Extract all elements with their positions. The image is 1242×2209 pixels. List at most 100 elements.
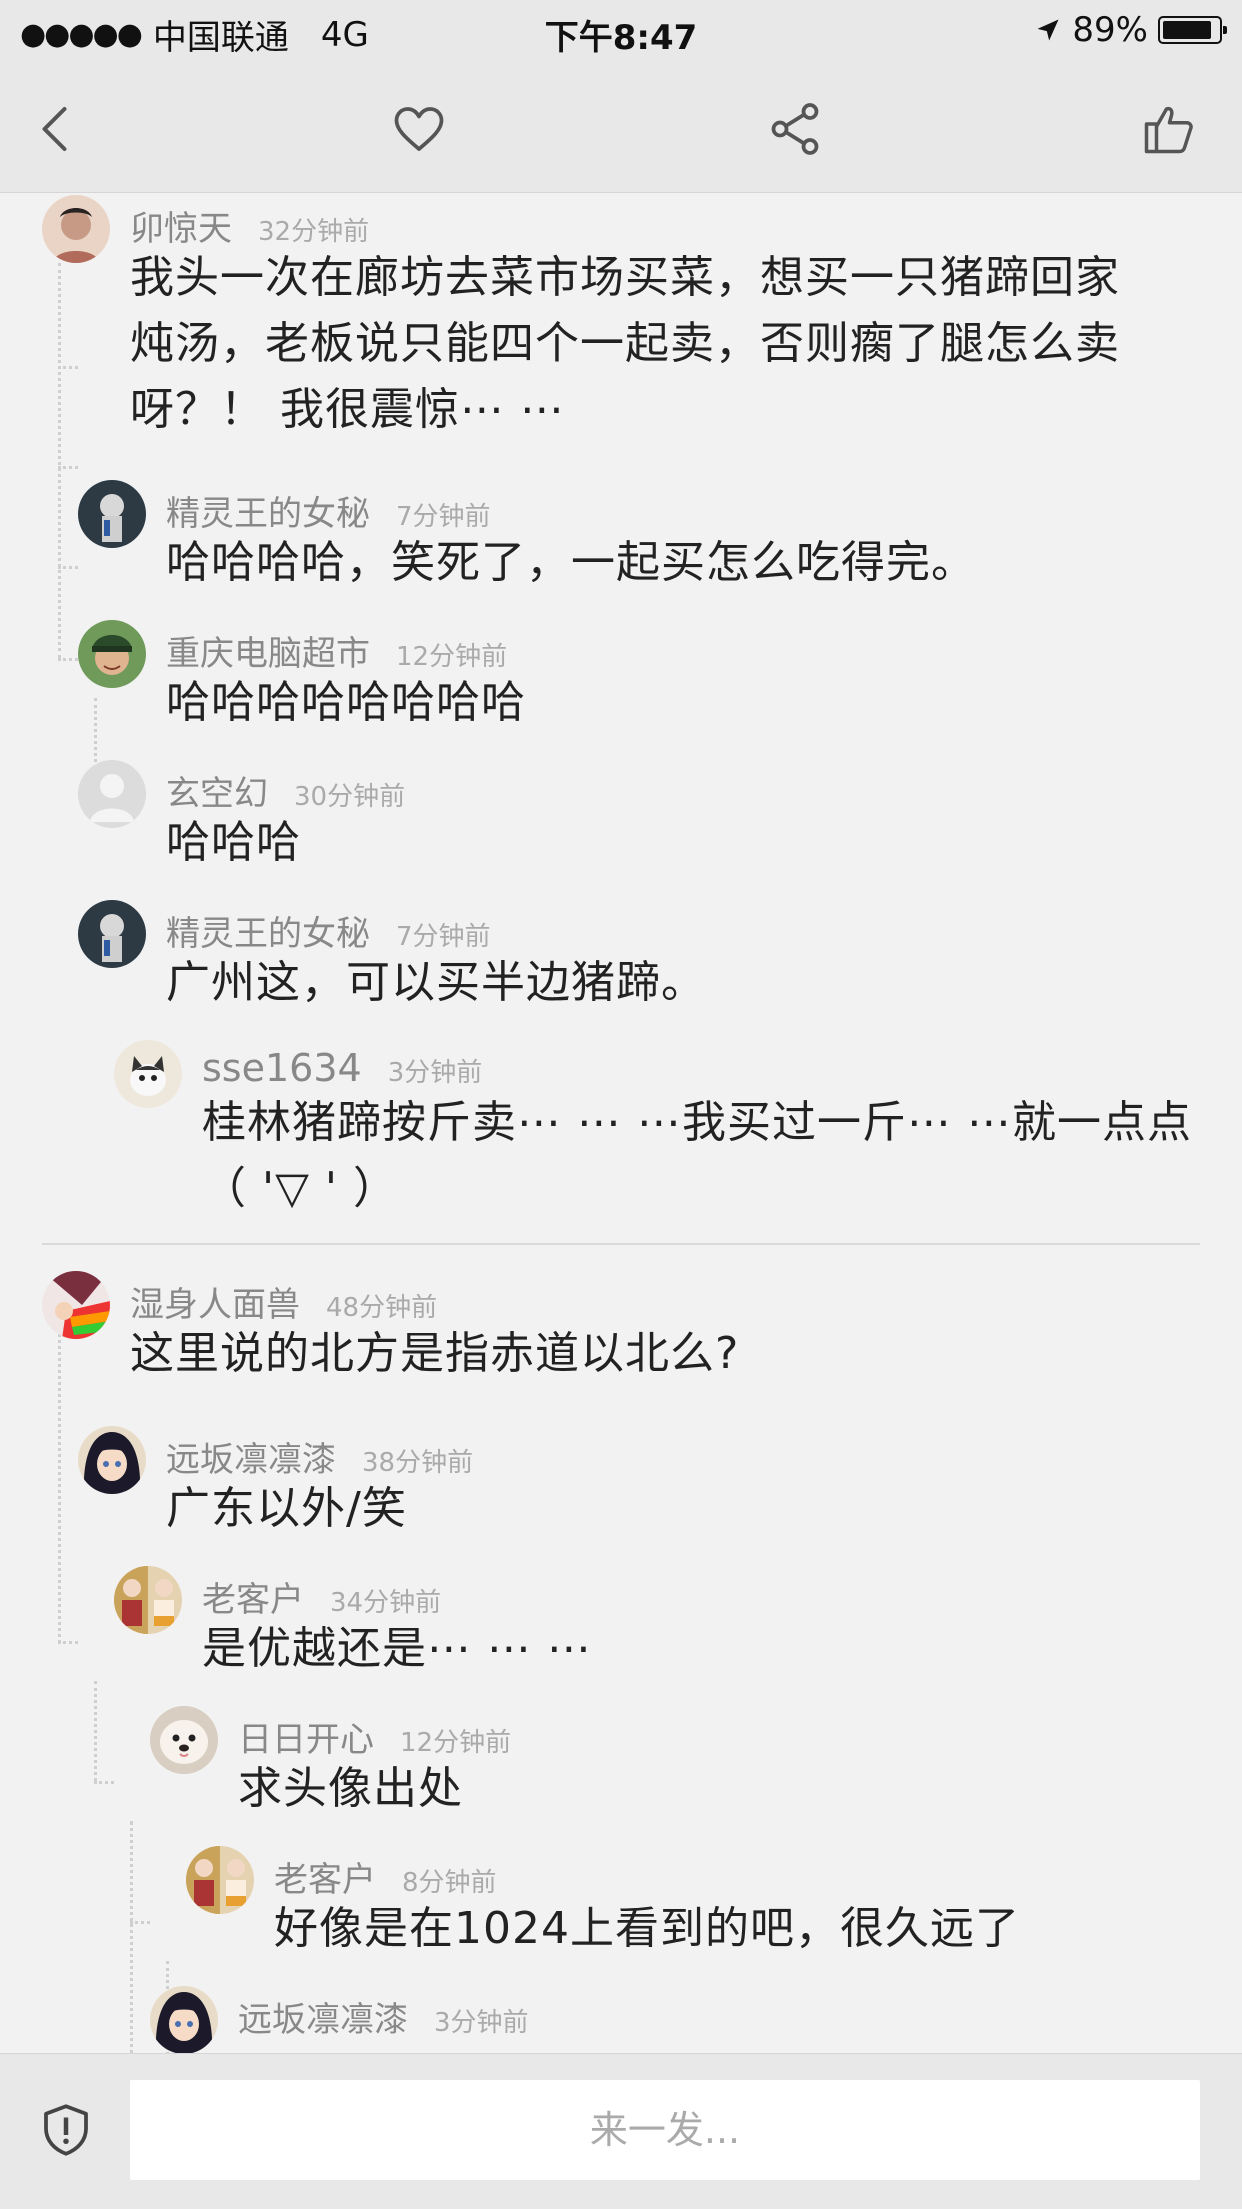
- comment-meta: 老客户 8分钟前: [274, 1852, 497, 1901]
- avatar[interactable]: [78, 1426, 146, 1494]
- comment-meta: sse1634 3分钟前: [202, 1046, 482, 1090]
- timestamp: 12分钟前: [400, 1728, 512, 1758]
- comment-item[interactable]: 远坂凛凛漆 3分钟前: [150, 1986, 1210, 2053]
- avatar[interactable]: [42, 195, 110, 263]
- avatar[interactable]: [42, 1271, 110, 1339]
- comment-line: 广东以外/笑: [166, 1483, 407, 1534]
- avatar[interactable]: [186, 1846, 254, 1914]
- username[interactable]: 精灵王的女秘: [166, 914, 370, 954]
- favorite-button[interactable]: [384, 94, 454, 164]
- comment-feed[interactable]: 卯惊天 32分钟前 我头一次在廊坊去菜市场买菜，想买一只猪蹄回家 炖汤，老板说只能…: [0, 193, 1242, 2053]
- thread-divider: [42, 1243, 1200, 1245]
- comment-line: 求头像出处: [238, 1763, 463, 1814]
- username[interactable]: 卯惊天: [130, 209, 232, 249]
- comment-meta: 重庆电脑超市 12分钟前: [166, 626, 507, 675]
- thread-connector: [94, 1781, 114, 1784]
- comment-item[interactable]: 湿身人面兽 48分钟前 这里说的北方是指赤道以北么?: [42, 1271, 1202, 1381]
- comment-item[interactable]: 玄空幻 30分钟前 哈哈哈: [78, 760, 1198, 868]
- back-button[interactable]: [22, 94, 92, 164]
- username[interactable]: 老客户: [274, 1860, 376, 1900]
- nav-bar: [0, 62, 1242, 193]
- username[interactable]: 湿身人面兽: [130, 1285, 300, 1325]
- comment-text: 广州这，可以买半边猪蹄。: [166, 950, 1196, 1016]
- like-button[interactable]: [1134, 94, 1204, 164]
- comment-line: 哈哈哈哈哈哈哈哈: [166, 677, 526, 728]
- username[interactable]: 远坂凛凛漆: [166, 1440, 336, 1480]
- comment-meta: 玄空幻 30分钟前: [166, 766, 405, 815]
- avatar[interactable]: [78, 480, 146, 548]
- heart-icon: [394, 107, 444, 151]
- avatar[interactable]: [150, 1986, 218, 2053]
- username[interactable]: 日日开心: [238, 1720, 374, 1760]
- username[interactable]: 老客户: [202, 1580, 304, 1620]
- comment-text: 我头一次在廊坊去菜市场买菜，想买一只猪蹄回家 炖汤，老板说只能四个一起卖，否则瘸…: [130, 245, 1200, 443]
- comment-text: 求头像出处: [238, 1756, 1208, 1822]
- back-chevron-icon: [42, 107, 67, 151]
- timestamp: 3分钟前: [387, 1058, 483, 1088]
- avatar[interactable]: [114, 1040, 182, 1108]
- timestamp: 3分钟前: [434, 2008, 529, 2038]
- avatar[interactable]: [78, 620, 146, 688]
- thread-connector: [130, 1821, 133, 2053]
- comment-meta: 远坂凛凛漆 3分钟前: [238, 1992, 529, 2041]
- comment-item[interactable]: 日日开心 12分钟前 求头像出处: [150, 1706, 1210, 1814]
- comment-item[interactable]: sse1634 3分钟前 桂林猪蹄按斤卖⋯ ⋯ ⋯我买过一斤⋯ ⋯就一点点 （ '…: [114, 1040, 1214, 1214]
- comment-line: 是优越还是⋯ ⋯ ⋯: [202, 1623, 592, 1674]
- comment-item[interactable]: 精灵王的女秘 7分钟前 哈哈哈哈，笑死了，一起买怎么吃得完。: [78, 480, 1198, 588]
- comment-bar: [0, 2053, 1242, 2209]
- comment-input[interactable]: [130, 2080, 1200, 2180]
- comment-item[interactable]: 老客户 8分钟前 好像是在1024上看到的吧，很久远了: [186, 1846, 1216, 1954]
- avatar[interactable]: [78, 760, 146, 828]
- timestamp: 38分钟前: [362, 1448, 474, 1478]
- timestamp: 48分钟前: [326, 1293, 438, 1323]
- comment-item[interactable]: 精灵王的女秘 7分钟前 广州这，可以买半边猪蹄。: [78, 900, 1198, 1008]
- avatar[interactable]: [78, 900, 146, 968]
- comment-text: 这里说的北方是指赤道以北么?: [130, 1321, 1200, 1387]
- comment-meta: 卯惊天 32分钟前: [130, 201, 369, 250]
- comment-item[interactable]: 卯惊天 32分钟前 我头一次在廊坊去菜市场买菜，想买一只猪蹄回家 炖汤，老板说只能…: [42, 195, 1202, 445]
- comment-item[interactable]: 远坂凛凛漆 38分钟前 广东以外/笑: [78, 1426, 1198, 1534]
- username[interactable]: 远坂凛凛漆: [238, 2000, 408, 2040]
- comment-line: 这里说的北方是指赤道以北么?: [130, 1328, 740, 1379]
- comment-line: 炖汤，老板说只能四个一起卖，否则瘸了腿怎么卖: [130, 318, 1120, 369]
- comment-meta: 老客户 34分钟前: [202, 1572, 441, 1621]
- thread-connector: [58, 1641, 78, 1644]
- avatar[interactable]: [114, 1566, 182, 1634]
- shield-button[interactable]: [36, 2100, 96, 2160]
- comment-text: 哈哈哈: [166, 810, 1196, 876]
- timestamp: 34分钟前: [330, 1588, 442, 1618]
- username[interactable]: 重庆电脑超市: [166, 634, 370, 674]
- comment-line: 呀？！ 我很震惊⋯ ⋯: [130, 384, 565, 435]
- comment-line: （ '▽ ' ）: [202, 1163, 398, 1214]
- avatar[interactable]: [150, 1706, 218, 1774]
- comment-text: 是优越还是⋯ ⋯ ⋯: [202, 1616, 1212, 1682]
- status-right: 89%: [1034, 10, 1227, 50]
- timestamp: 7分钟前: [396, 922, 491, 952]
- username[interactable]: 玄空幻: [166, 774, 268, 814]
- comment-text: 广东以外/笑: [166, 1476, 1196, 1542]
- username[interactable]: 精灵王的女秘: [166, 494, 370, 534]
- status-bar: ●●●●● 中国联通 4G 下午8:47 89%: [0, 0, 1242, 62]
- username[interactable]: sse1634: [202, 1046, 362, 1090]
- share-icon: [771, 103, 819, 155]
- timestamp: 7分钟前: [396, 502, 491, 532]
- timestamp: 12分钟前: [396, 642, 508, 672]
- thread-connector: [130, 1921, 150, 1924]
- comment-line: 广州这，可以买半边猪蹄。: [166, 957, 706, 1008]
- comment-line: 好像是在1024上看到的吧，很久远了: [274, 1903, 1020, 1954]
- timestamp: 32分钟前: [258, 217, 370, 247]
- share-button[interactable]: [760, 94, 830, 164]
- comment-text: 桂林猪蹄按斤卖⋯ ⋯ ⋯我买过一斤⋯ ⋯就一点点 （ '▽ ' ）: [202, 1090, 1212, 1222]
- comment-item[interactable]: 重庆电脑超市 12分钟前 哈哈哈哈哈哈哈哈: [78, 620, 1198, 728]
- comment-item[interactable]: 老客户 34分钟前 是优越还是⋯ ⋯ ⋯: [114, 1566, 1214, 1674]
- battery-icon: [1158, 16, 1227, 44]
- comment-meta: 日日开心 12分钟前: [238, 1712, 511, 1761]
- comment-text: 好像是在1024上看到的吧，很久远了: [274, 1896, 1214, 1962]
- comment-meta: 远坂凛凛漆 38分钟前: [166, 1432, 473, 1481]
- comment-text: 哈哈哈哈，笑死了，一起买怎么吃得完。: [166, 530, 1196, 596]
- comment-line: 我头一次在廊坊去菜市场买菜，想买一只猪蹄回家: [130, 252, 1120, 303]
- battery-fill: [1163, 21, 1211, 39]
- battery-tip: [1223, 26, 1227, 34]
- comment-line: 哈哈哈哈，笑死了，一起买怎么吃得完。: [166, 537, 976, 588]
- thread-connector: [94, 1681, 97, 1781]
